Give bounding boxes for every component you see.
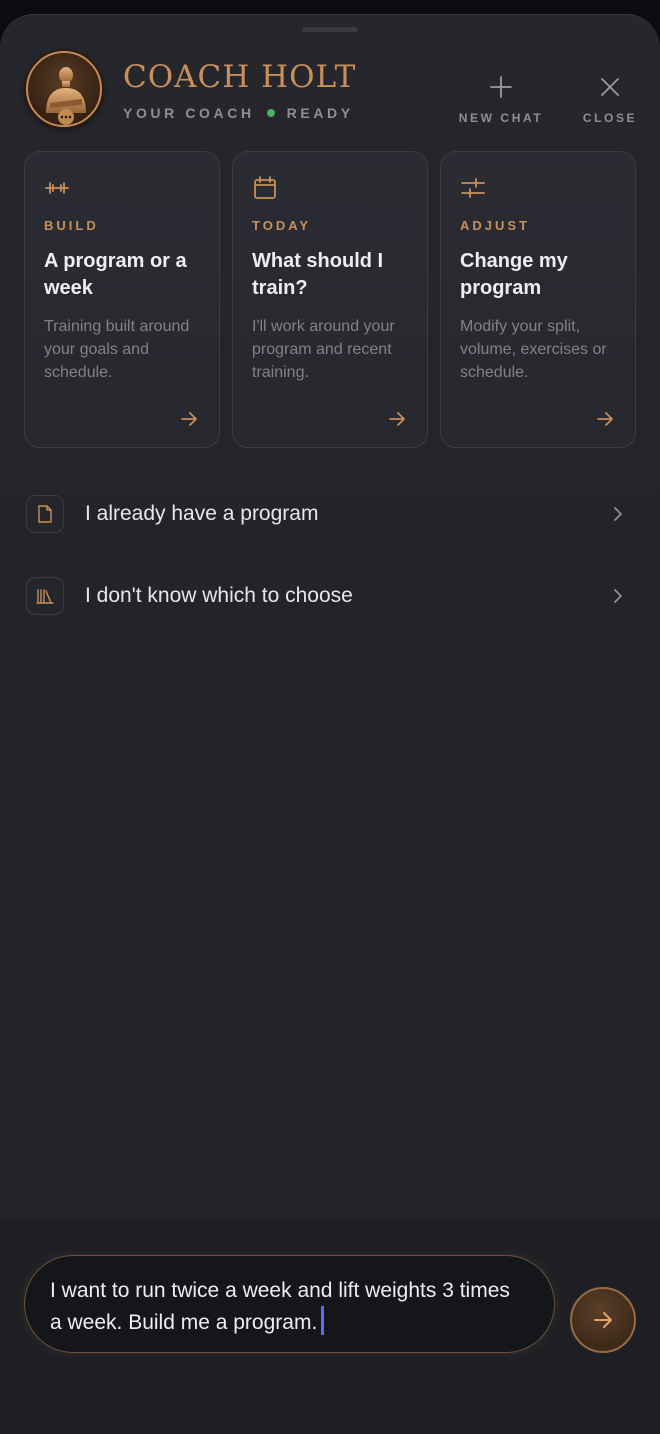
card-description: Modify your split, volume, exercises or … xyxy=(460,318,607,381)
card-title: What should I train? xyxy=(252,250,384,299)
coach-subtitle: YOUR COACH READY xyxy=(123,104,354,122)
coach-figure-icon xyxy=(46,67,86,125)
arrow-right-icon xyxy=(594,1312,612,1328)
calendar-icon xyxy=(254,176,276,199)
card-today[interactable]: TODAY What should I train? I'll work aro… xyxy=(232,151,428,448)
library-icon xyxy=(36,589,54,604)
coach-sheet: COACH HOLT YOUR COACH READY NEW CHAT CLO… xyxy=(0,14,660,1434)
status-dot xyxy=(266,109,275,117)
drag-handle[interactable] xyxy=(302,27,358,32)
message-input[interactable]: I want to run twice a week and lift weig… xyxy=(24,1255,555,1353)
subtitle-label: YOUR COACH xyxy=(123,105,255,121)
status-label: READY xyxy=(286,105,354,121)
card-kicker: BUILD xyxy=(44,218,99,233)
arrow-right-icon xyxy=(597,412,613,426)
arrow-right-icon xyxy=(181,412,197,426)
chevron-right-icon xyxy=(614,589,622,603)
card-description: I'll work around your program and recent… xyxy=(252,318,395,381)
card-kicker: TODAY xyxy=(252,218,312,233)
card-title: Change my program xyxy=(460,250,568,299)
sliders-icon xyxy=(461,178,485,198)
message-input-text: I want to run twice a week and lift weig… xyxy=(50,1279,510,1334)
card-build[interactable]: BUILD A program or a week Training built… xyxy=(24,151,220,448)
chevron-right-icon xyxy=(614,507,622,521)
option-dont-know[interactable]: I don't know which to choose xyxy=(26,576,636,616)
close-button[interactable]: CLOSE xyxy=(580,75,640,125)
send-button[interactable] xyxy=(570,1287,636,1353)
option-icon-box xyxy=(26,495,64,533)
card-title: A program or a week xyxy=(44,250,187,299)
option-label: I don't know which to choose xyxy=(85,584,353,607)
card-adjust[interactable]: ADJUST Change my program Modify your spl… xyxy=(440,151,636,448)
coach-title: COACH HOLT xyxy=(123,59,357,95)
card-description: Training built around your goals and sch… xyxy=(44,318,190,381)
dumbbell-icon xyxy=(45,182,69,194)
plus-icon xyxy=(490,76,512,98)
close-icon xyxy=(601,78,619,96)
close-label: CLOSE xyxy=(582,111,638,125)
new-chat-label: NEW CHAT xyxy=(458,111,544,125)
new-chat-button[interactable]: NEW CHAT xyxy=(456,75,546,125)
option-label: I already have a program xyxy=(85,502,319,525)
option-icon-box xyxy=(26,577,64,615)
arrow-right-icon xyxy=(389,412,405,426)
card-kicker: ADJUST xyxy=(460,218,531,233)
document-icon xyxy=(38,505,52,523)
option-have-program[interactable]: I already have a program xyxy=(26,494,636,534)
coach-avatar xyxy=(26,51,102,127)
text-caret xyxy=(321,1306,325,1335)
